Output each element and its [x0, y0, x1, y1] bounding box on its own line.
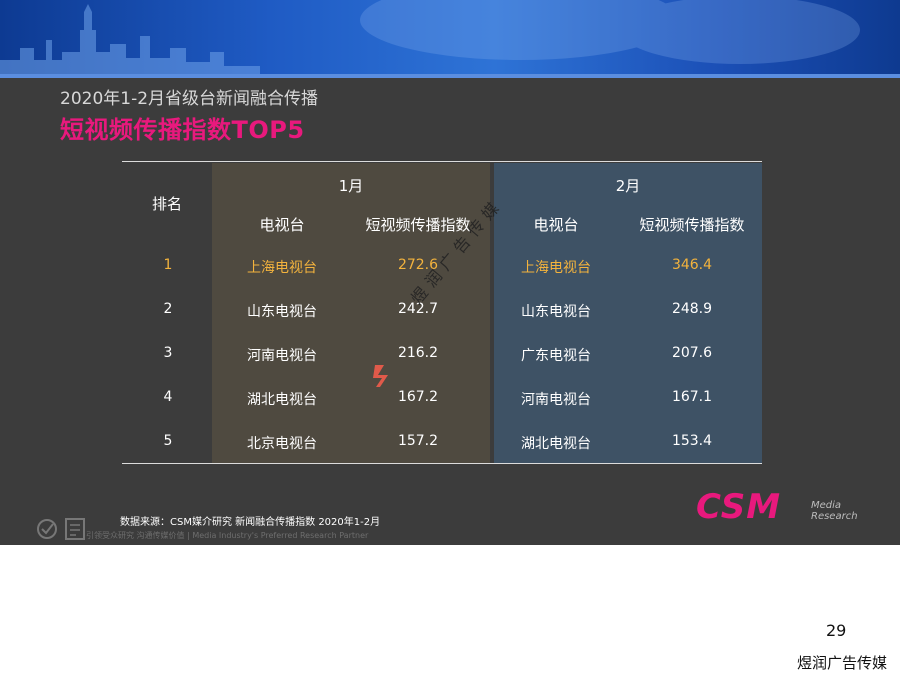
- jan-station-cell: 湖北电视台: [247, 392, 317, 408]
- february-header: 2月: [615, 177, 641, 195]
- jan-station-cell: 河南电视台: [247, 348, 317, 364]
- skyline-graphic: [0, 0, 860, 76]
- slide-title: 短视频传播指数TOP5: [60, 116, 305, 144]
- slide: 2020年1-2月省级台新闻融合传播 短视频传播指数TOP5 排名 1月 2月 …: [0, 0, 900, 545]
- feb-value-cell: 207.6: [671, 345, 713, 361]
- jan-value-cell: 216.2: [397, 345, 439, 361]
- rank-cell: 2: [163, 301, 173, 317]
- page-number: 29: [826, 621, 847, 640]
- feb-value-cell: 346.4: [671, 257, 713, 273]
- feb-station-header: 电视台: [533, 216, 579, 234]
- rank-cell: 5: [163, 433, 173, 449]
- feb-station-cell: 上海电视台: [521, 260, 591, 276]
- feb-station-cell: 山东电视台: [521, 304, 591, 320]
- feb-station-cell: 广东电视台: [521, 348, 591, 364]
- jan-station-cell: 上海电视台: [247, 260, 317, 276]
- rank-cell: 1: [163, 257, 173, 273]
- january-header: 1月: [338, 177, 364, 195]
- jan-value-cell: 157.2: [397, 433, 439, 449]
- jan-station-cell: 山东电视台: [247, 304, 317, 320]
- tagline: 引领受众研究 沟通传媒价值 | Media Industry's Preferr…: [86, 531, 369, 540]
- rank-cell: 4: [163, 389, 173, 405]
- watermark-logo-icon: [373, 365, 388, 387]
- rank-cell: 3: [163, 345, 173, 361]
- jan-station-header: 电视台: [259, 216, 305, 234]
- banner-strip: [0, 74, 900, 78]
- logo-subtext-research: Research: [811, 511, 858, 522]
- rank-header: 排名: [151, 195, 182, 213]
- slide-subtitle: 2020年1-2月省级台新闻融合传播: [60, 89, 319, 109]
- feb-value-cell: 167.1: [671, 389, 713, 405]
- feb-station-cell: 河南电视台: [521, 392, 591, 408]
- logo-subtext-media: Media: [811, 500, 842, 511]
- csm-logo: CSM: [696, 487, 782, 527]
- feb-index-header: 短视频传播指数: [639, 216, 745, 234]
- jan-value-cell: 167.2: [397, 389, 439, 405]
- header-banner-image: [0, 0, 900, 76]
- data-source-note: 数据来源：CSM媒介研究 新闻融合传播指数 2020年1-2月: [120, 517, 381, 528]
- footer-text: 煜润广告传媒: [797, 654, 888, 672]
- feb-value-cell: 153.4: [671, 433, 713, 449]
- table-bottom-rule: [122, 463, 762, 464]
- table-top-rule: [122, 161, 762, 162]
- certification-badges-icon: [37, 518, 85, 540]
- feb-value-cell: 248.9: [671, 301, 713, 317]
- jan-station-cell: 北京电视台: [247, 436, 317, 452]
- feb-station-cell: 湖北电视台: [521, 436, 591, 452]
- ranking-table: 排名 1月 2月 电视台 短视频传播指数 电视台 短视频传播指数 1 上海电视台…: [122, 161, 762, 464]
